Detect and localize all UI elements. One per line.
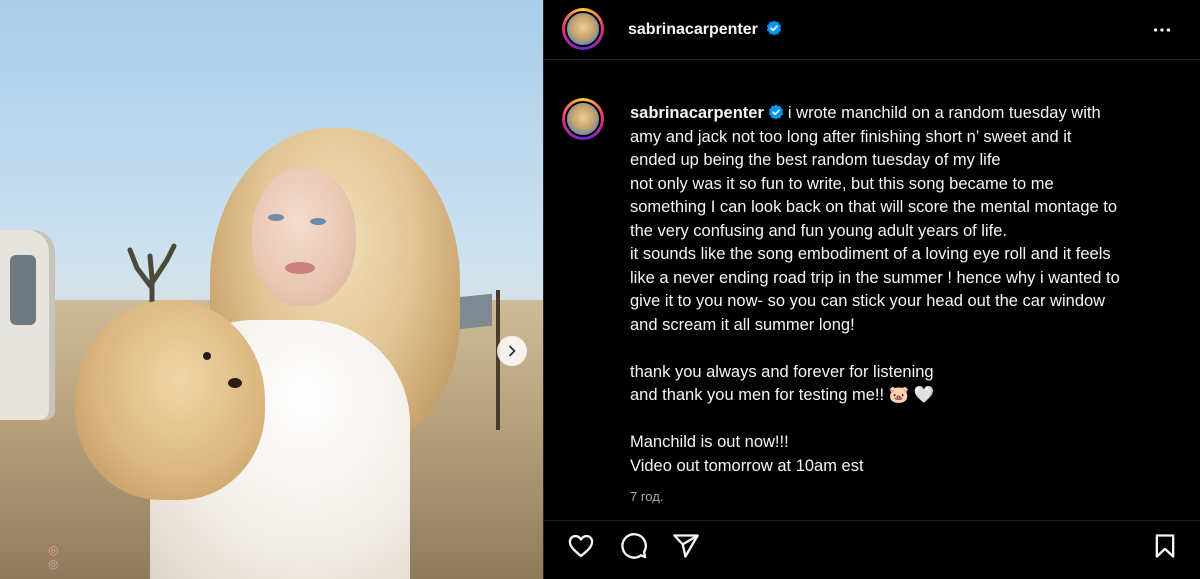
avatar[interactable] — [562, 8, 604, 50]
like-button[interactable] — [566, 531, 596, 561]
caption-line: give it to you now- so you can stick you… — [630, 292, 1106, 310]
caption-line: like a never ending road trip in the sum… — [630, 268, 1120, 287]
comment-icon — [621, 533, 647, 559]
caption-avatar[interactable] — [562, 98, 604, 140]
puppy-nose — [228, 378, 242, 388]
post-panel: sabrinacarpenter sabrinacarpenter i wrote… — [543, 0, 1200, 579]
caption-line: it sounds like the song embodiment of a … — [630, 245, 1111, 263]
post-header: sabrinacarpenter — [544, 0, 1200, 60]
heart-icon — [568, 534, 594, 558]
caption-line: something I can look back on that will s… — [630, 198, 1118, 216]
verified-badge-icon — [767, 20, 782, 36]
eye-left — [268, 214, 284, 221]
header-username[interactable]: sabrinacarpenter — [628, 21, 758, 38]
caption-line: not only was it so fun to write, but thi… — [630, 174, 1054, 193]
more-options-icon — [1153, 28, 1171, 32]
action-bar — [544, 520, 1200, 570]
caption: sabrinacarpenter i wrote manchild on a ra… — [630, 102, 1185, 478]
save-button[interactable] — [1150, 531, 1180, 561]
puppy-eye — [203, 352, 211, 360]
sticker-icon: ◎ ◎ — [48, 543, 59, 571]
next-photo-button[interactable] — [497, 336, 527, 366]
caption-line: the very confusing and fun young adult y… — [630, 221, 1007, 240]
caption-username[interactable]: sabrinacarpenter — [630, 104, 764, 122]
more-options-button[interactable] — [1150, 18, 1174, 42]
comment-button[interactable] — [619, 531, 649, 561]
caption-text: sabrinacarpenter i wrote manchild on a ra… — [630, 102, 1185, 478]
caption-line: and scream it all summer long! — [630, 315, 855, 334]
header-user: sabrinacarpenter — [628, 20, 782, 39]
caption-line: Video out tomorrow at 10am est — [630, 456, 864, 475]
verified-badge-icon — [768, 104, 784, 120]
post-photo[interactable]: ◎ ◎ — [0, 0, 543, 579]
caption-line: amy and jack not too long after finishin… — [630, 127, 1072, 146]
caption-line: ended up being the best random tuesday o… — [630, 151, 1001, 169]
chevron-right-icon — [509, 345, 516, 357]
post-timestamp[interactable]: 7 год. — [630, 489, 663, 504]
puppy — [75, 300, 265, 500]
lips — [285, 262, 315, 274]
bookmark-icon — [1155, 534, 1175, 558]
caption-line: Manchild is out now!!! — [630, 433, 789, 451]
face — [252, 168, 356, 306]
eye-right — [310, 218, 326, 225]
share-button[interactable] — [671, 531, 701, 561]
paper-plane-icon — [673, 534, 699, 558]
caption-line: thank you always and forever for listeni… — [630, 362, 934, 381]
caption-line: i wrote manchild on a random tuesday wit… — [787, 104, 1101, 122]
trailer-window — [10, 255, 36, 325]
caption-line: and thank you men for testing me!! 🐷 🤍 — [630, 386, 935, 404]
